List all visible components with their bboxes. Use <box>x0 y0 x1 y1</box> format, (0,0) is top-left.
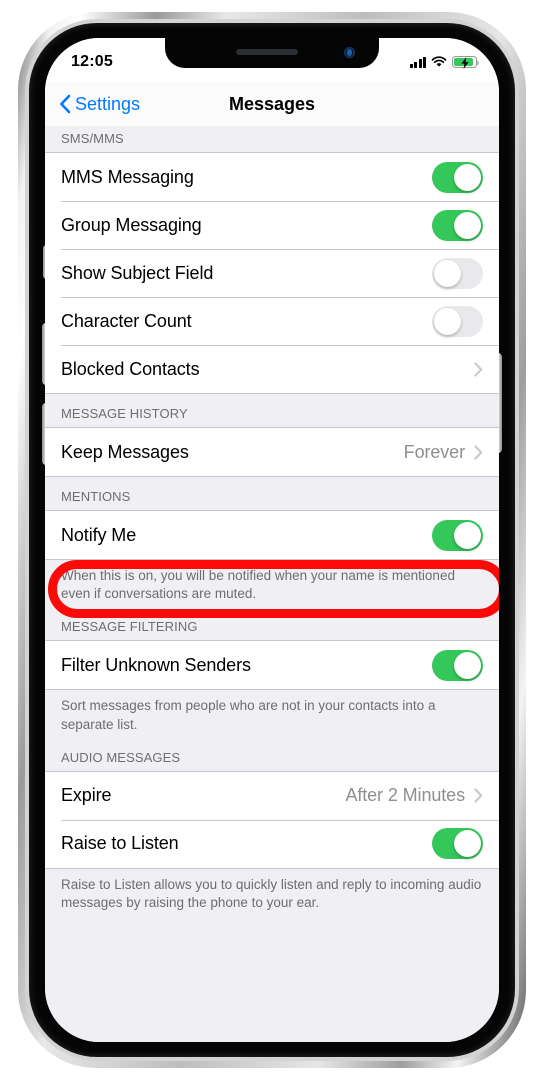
settings-list[interactable]: SMS/MMS MMS Messaging Group Messaging Sh… <box>45 126 499 1042</box>
row-label: Keep Messages <box>61 441 189 462</box>
row-filter-unknown-senders[interactable]: Filter Unknown Senders <box>45 641 499 690</box>
row-keep-messages[interactable]: Keep Messages Forever <box>45 428 499 476</box>
chevron-right-icon <box>474 361 483 377</box>
cellular-signal-icon <box>409 56 426 68</box>
row-value-keep-messages: Forever <box>403 441 465 462</box>
phone-screen: 12:05 Settings Messages SMS/MMS MMS Mess… <box>45 38 499 1042</box>
front-camera-icon <box>344 47 355 58</box>
row-label: Group Messaging <box>61 214 202 235</box>
chevron-right-icon <box>474 444 483 460</box>
toggle-notify-me[interactable] <box>432 519 483 551</box>
toggle-character-count[interactable] <box>432 305 483 337</box>
toggle-mms-messaging[interactable] <box>432 161 483 193</box>
row-mms-messaging[interactable]: MMS Messaging <box>45 153 499 201</box>
battery-charging-icon <box>452 56 480 69</box>
row-label: Show Subject Field <box>61 262 214 283</box>
row-blocked-contacts[interactable]: Blocked Contacts <box>45 345 499 393</box>
row-label: Filter Unknown Senders <box>61 654 251 675</box>
row-label: Character Count <box>61 310 192 331</box>
row-label: Notify Me <box>61 524 137 545</box>
section-group-audio-messages: Expire After 2 Minutes Raise to Listen <box>45 770 499 869</box>
row-character-count[interactable]: Character Count <box>45 297 499 345</box>
footer-note-message-filtering: Sort messages from people who are not in… <box>61 698 436 732</box>
toggle-raise-to-listen[interactable] <box>432 828 483 860</box>
row-label: Blocked Contacts <box>61 358 200 379</box>
row-raise-to-listen[interactable]: Raise to Listen <box>45 819 499 868</box>
toggle-filter-unknown-senders[interactable] <box>432 649 483 681</box>
section-group-message-filtering: Filter Unknown Senders <box>45 640 499 691</box>
section-group-message-history: Keep Messages Forever <box>45 427 499 477</box>
section-header-audio-messages: AUDIO MESSAGES <box>61 749 181 765</box>
section-group-sms-mms: MMS Messaging Group Messaging Show Subje… <box>45 152 499 394</box>
row-show-subject-field[interactable]: Show Subject Field <box>45 249 499 297</box>
row-group-messaging[interactable]: Group Messaging <box>45 201 499 249</box>
earpiece-speaker <box>236 49 299 55</box>
chevron-left-icon <box>60 94 71 114</box>
footer-note-audio-messages: Raise to Listen allows you to quickly li… <box>61 876 482 911</box>
row-expire[interactable]: Expire After 2 Minutes <box>45 771 499 820</box>
row-label: MMS Messaging <box>61 166 194 187</box>
row-label: Raise to Listen <box>61 833 179 854</box>
status-bar-indicators <box>409 52 480 69</box>
display-notch <box>165 38 379 68</box>
chevron-right-icon <box>474 788 483 804</box>
section-header-sms-mms: SMS/MMS <box>61 131 124 146</box>
row-label: Expire <box>61 785 112 806</box>
row-value-expire: After 2 Minutes <box>345 785 465 806</box>
section-header-message-history: MESSAGE HISTORY <box>61 406 188 421</box>
wifi-icon <box>431 56 447 68</box>
section-header-message-filtering: MESSAGE FILTERING <box>61 619 198 635</box>
row-notify-me[interactable]: Notify Me <box>45 511 499 559</box>
back-button[interactable]: Settings <box>59 94 140 115</box>
section-header-mentions: MENTIONS <box>61 489 131 504</box>
section-group-mentions: Notify Me <box>45 510 499 560</box>
navigation-bar: Settings Messages <box>45 82 499 126</box>
status-bar-time: 12:05 <box>71 53 113 70</box>
toggle-show-subject-field[interactable] <box>432 257 483 289</box>
footer-note-mentions: When this is on, you will be notified wh… <box>61 568 455 602</box>
back-button-label: Settings <box>75 93 141 114</box>
toggle-group-messaging[interactable] <box>432 209 483 241</box>
screenshot-stage: 12:05 Settings Messages SMS/MMS MMS Mess… <box>0 0 544 1080</box>
